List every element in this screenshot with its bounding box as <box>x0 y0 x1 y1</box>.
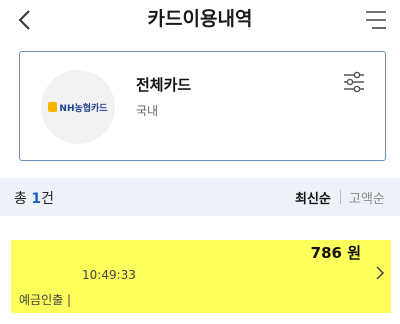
count-suffix: 건 <box>41 191 54 207</box>
count-prefix: 총 <box>14 191 32 207</box>
count-number: 1 <box>31 191 42 207</box>
result-count: 총 1건 <box>14 188 54 208</box>
transaction-type: 예금인출 | <box>19 293 72 307</box>
summary-bar: 총 1건 최신순 고액순 <box>0 178 400 216</box>
card-logo-text: NH농협카드 <box>59 103 108 114</box>
transaction-row[interactable]: 786 원 10:49:33 예금인출 | <box>11 240 391 313</box>
sort-divider <box>340 190 341 204</box>
hamburger-menu-icon[interactable] <box>364 9 388 31</box>
sort-amount-button[interactable]: 고액순 <box>349 188 385 207</box>
card-logo: NH농협카드 <box>41 70 115 144</box>
app-header: 카드이용내역 <box>0 0 400 40</box>
sort-latest-button[interactable]: 최신순 <box>295 188 331 207</box>
transaction-amount: 786 원 <box>310 244 361 262</box>
transaction-time: 10:49:33 <box>82 268 136 282</box>
sliders-icon[interactable] <box>342 71 366 93</box>
card-region: 국내 <box>136 104 159 118</box>
card-selector[interactable]: NH농협카드 전체카드 국내 <box>19 51 386 161</box>
card-name: 전체카드 <box>136 76 192 94</box>
back-button[interactable] <box>10 6 38 34</box>
page-title: 카드이용내역 <box>147 8 253 30</box>
chevron-right-icon <box>376 266 385 280</box>
chevron-left-icon <box>18 10 30 30</box>
nh-logo-icon <box>48 102 58 112</box>
